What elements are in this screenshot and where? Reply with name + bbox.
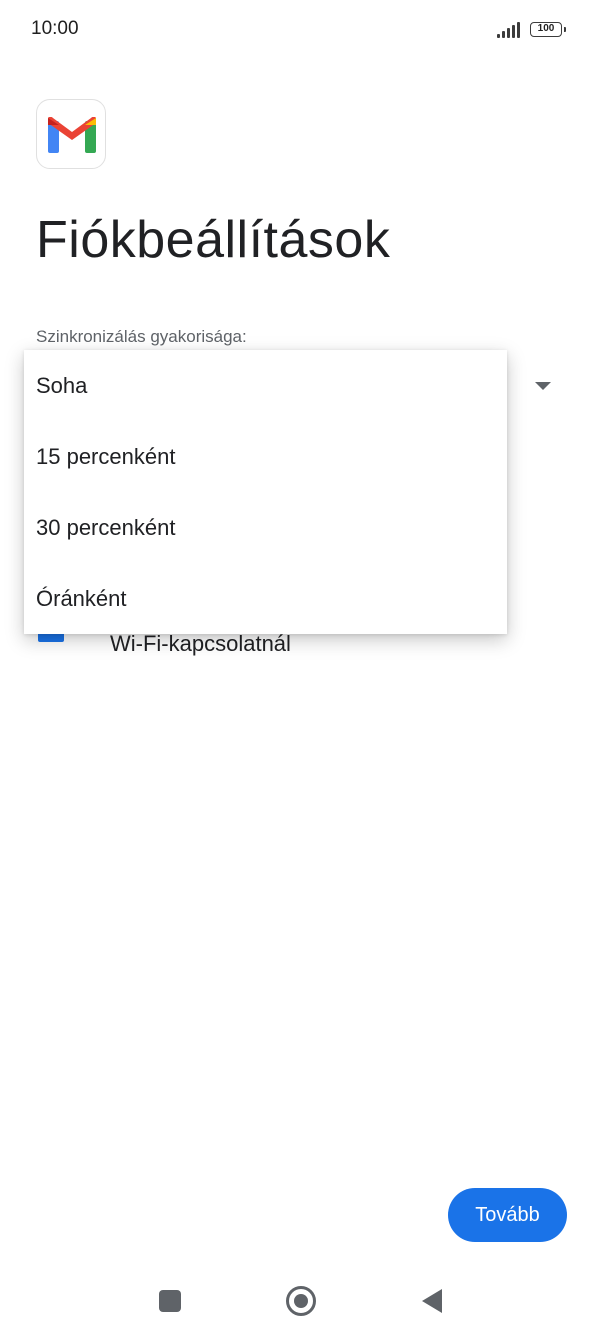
- dropdown-option-hourly[interactable]: Óránként: [24, 563, 507, 634]
- status-bar: 10:00 100: [0, 0, 602, 60]
- dropdown-option-30-min[interactable]: 30 percenként: [24, 492, 507, 563]
- battery-icon: 100: [530, 22, 562, 37]
- back-icon[interactable]: [422, 1289, 442, 1313]
- navigation-bar: [0, 1270, 602, 1338]
- sync-frequency-dropdown: Soha 15 percenként 30 percenként Óránkén…: [24, 350, 507, 634]
- recent-apps-icon[interactable]: [159, 1290, 181, 1312]
- next-button[interactable]: Tovább: [448, 1188, 567, 1242]
- home-icon[interactable]: [286, 1286, 316, 1316]
- battery-tip: [564, 27, 566, 32]
- battery-level: 100: [537, 23, 555, 34]
- dropdown-option-never[interactable]: Soha: [24, 350, 507, 421]
- wifi-only-label: Wi-Fi-kapcsolatnál: [110, 631, 291, 656]
- gmail-icon: [36, 99, 106, 169]
- status-time: 10:00: [31, 18, 79, 39]
- page-title: Fiókbeállítások: [36, 211, 391, 269]
- sync-frequency-label: Szinkronizálás gyakorisága:: [36, 327, 247, 346]
- signal-icon: [497, 22, 523, 38]
- dropdown-arrow-icon[interactable]: [535, 382, 551, 390]
- dropdown-option-15-min[interactable]: 15 percenként: [24, 421, 507, 492]
